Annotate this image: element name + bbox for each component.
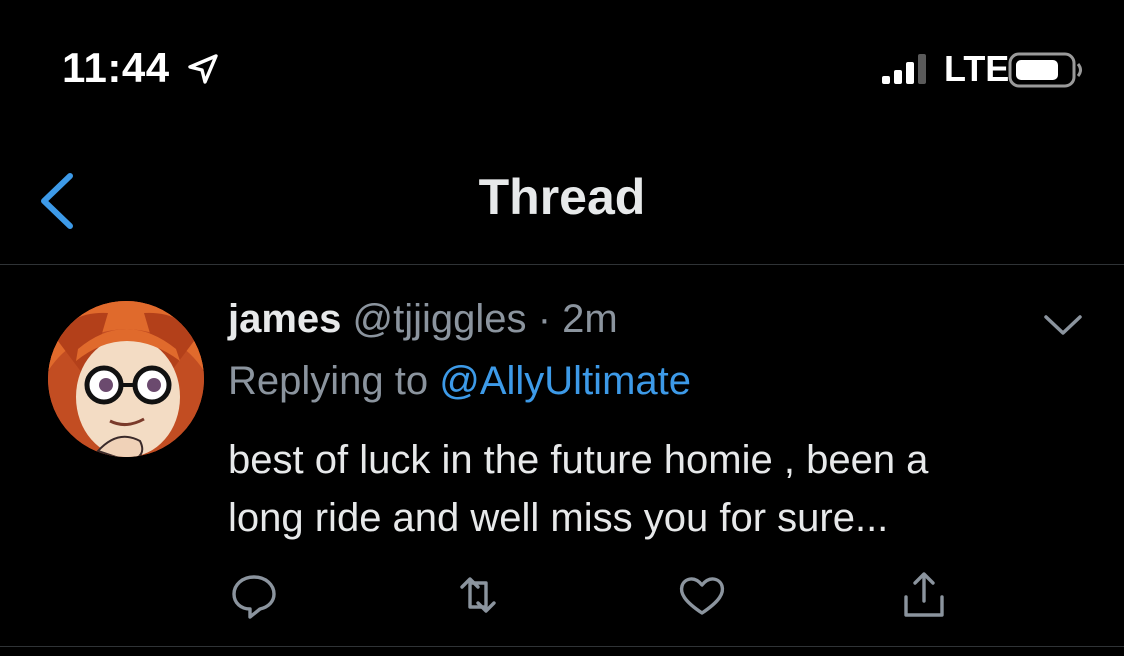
retweet-icon[interactable] <box>450 567 506 623</box>
status-time: 11:44 <box>62 44 170 91</box>
tweet-action-bar <box>0 567 1124 627</box>
avatar[interactable] <box>48 301 204 457</box>
replying-to-label: Replying to <box>228 359 440 403</box>
tweet[interactable]: james @tjjiggles · 2m Replying to @AllyU… <box>0 265 1124 656</box>
mention-link[interactable]: @AllyUltimate <box>439 359 691 403</box>
user-name[interactable]: james <box>228 297 341 341</box>
replying-to-line: Replying to @AllyUltimate <box>228 359 691 404</box>
location-arrow-icon <box>188 54 218 84</box>
tweet-header: james @tjjiggles · 2m <box>228 297 618 342</box>
meta-separator: · <box>537 297 552 341</box>
reply-icon[interactable] <box>226 567 282 623</box>
avatar-image <box>48 301 204 457</box>
tweet-text-line: best of luck in the future homie , been … <box>228 438 929 482</box>
like-icon[interactable] <box>674 567 730 623</box>
tweet-timestamp: 2m <box>562 297 618 341</box>
network-type-label: LTE <box>944 48 1010 89</box>
status-bar: 11:44 LTE <box>0 0 1124 130</box>
page-title: Thread <box>478 169 646 225</box>
battery-icon <box>1008 52 1082 88</box>
tweet-text: best of luck in the future homie , been … <box>228 431 1088 547</box>
user-handle[interactable]: @tjjiggles <box>353 297 527 341</box>
tweet-text-line: long ride and well miss you for sure... <box>228 496 889 540</box>
share-icon[interactable] <box>896 567 952 623</box>
divider <box>0 646 1124 647</box>
chevron-down-icon[interactable] <box>1040 309 1086 339</box>
cellular-signal-icon <box>882 54 926 84</box>
twitter-thread-screen: 11:44 LTE Thread james @tjjiggles · 2m R… <box>0 0 1124 656</box>
nav-bar: Thread <box>0 130 1124 265</box>
